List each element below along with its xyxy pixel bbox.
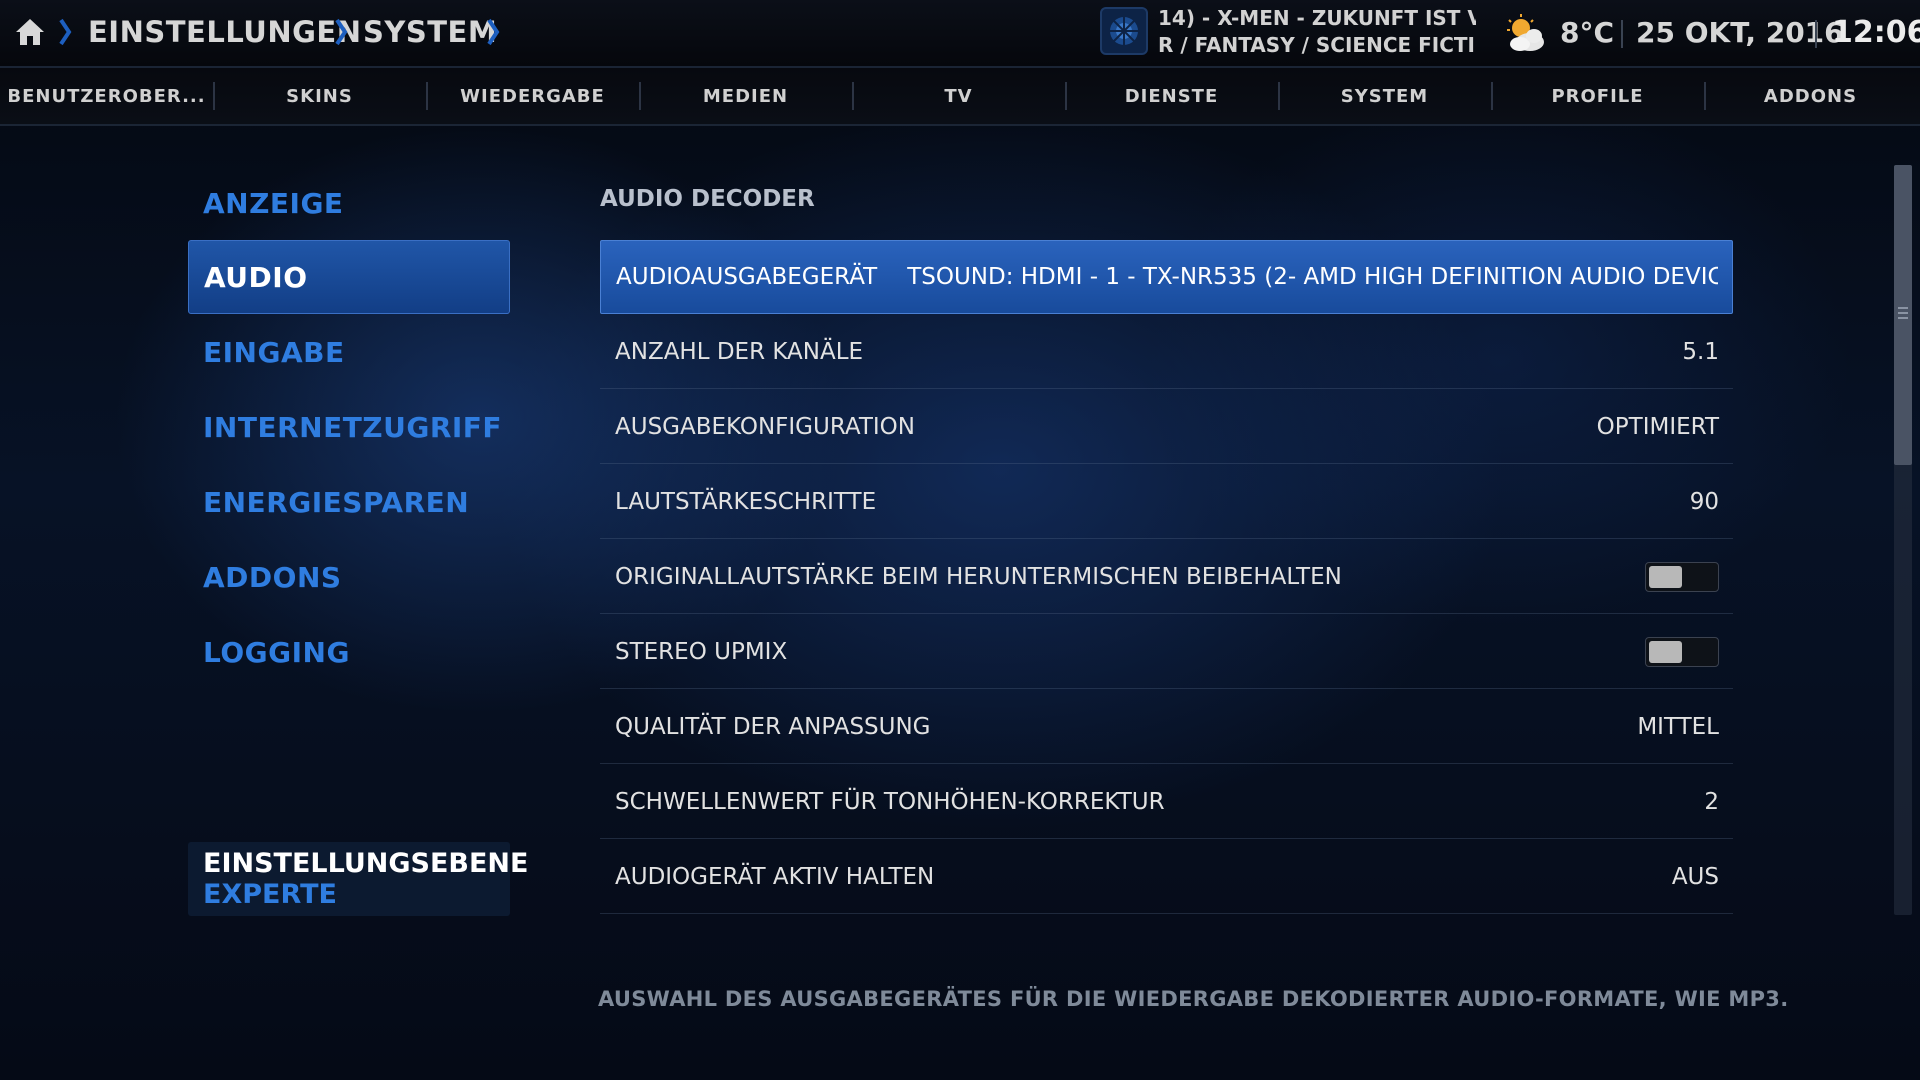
chevron-right-icon (59, 18, 72, 46)
toggle-knob (1649, 565, 1682, 588)
tab-playback[interactable]: WIEDERGABE (426, 68, 639, 124)
setting-output-configuration[interactable]: AUSGABEKONFIGURATION OPTIMIERT (600, 390, 1733, 464)
tab-profiles[interactable]: PROFILE (1491, 68, 1704, 124)
clock: 12:06 (1832, 15, 1920, 50)
setting-audio-output-device[interactable]: AUDIOAUSGABEGERÄT TSOUND: HDMI - 1 - TX-… (600, 240, 1733, 314)
tab-system[interactable]: SYSTEM (1278, 68, 1491, 124)
temperature: 8°C (1560, 16, 1615, 49)
category-internet-access[interactable]: INTERNETZUGRIFF (188, 390, 510, 464)
setting-value: OPTIMIERT (1596, 413, 1719, 440)
category-input[interactable]: EINGABE (188, 315, 510, 389)
tab-tv[interactable]: TV (852, 68, 1065, 124)
setting-value: AUS (1671, 863, 1719, 890)
grip-icon (1898, 307, 1908, 319)
setting-label: ANZAHL DER KANÄLE (615, 338, 864, 365)
settings-level-button[interactable]: EINSTELLUNGSEBENE EXPERTE (188, 842, 529, 916)
breadcrumb-system[interactable]: SYSTEM (363, 14, 497, 50)
kodi-settings-screen: EINSTELLUNGEN SYSTEM 14) - X-MEN - ZUKUN… (0, 0, 1920, 1080)
setting-label: QUALITÄT DER ANPASSUNG (615, 713, 931, 740)
settings-level-title: EINSTELLUNGSEBENE (203, 848, 529, 879)
setting-resample-quality[interactable]: QUALITÄT DER ANPASSUNG MITTEL (600, 690, 1733, 764)
setting-keep-original-volume-downmix[interactable]: ORIGINALLAUTSTÄRKE BEIM HERUNTERMISCHEN … (600, 540, 1733, 614)
setting-description: AUSWAHL DES AUSGABEGERÄTES FÜR DIE WIEDE… (598, 987, 1789, 1011)
setting-label: LAUTSTÄRKESCHRITTE (615, 488, 877, 515)
category-addons[interactable]: ADDONS (188, 540, 510, 614)
toggle-switch[interactable] (1645, 636, 1719, 667)
scrollbar[interactable] (1894, 165, 1912, 915)
now-playing-genre: R / FANTASY / SCIENCE FICTION (1158, 33, 1476, 57)
setting-value: 2 (1704, 788, 1719, 815)
setting-value: MITTEL (1637, 713, 1719, 740)
chevron-right-icon (335, 18, 348, 46)
home-icon[interactable] (14, 16, 46, 48)
setting-label: AUDIOGERÄT AKTIV HALTEN (615, 863, 935, 890)
section-title: AUDIO DECODER (600, 186, 815, 212)
setting-label: SCHWELLENWERT FÜR TONHÖHEN-KORREKTUR (615, 788, 1165, 815)
toggle-switch[interactable] (1645, 561, 1719, 592)
setting-label: STEREO UPMIX (615, 638, 788, 665)
setting-volume-steps[interactable]: LAUTSTÄRKESCHRITTE 90 (600, 465, 1733, 539)
settings-level-value: EXPERTE (203, 879, 337, 910)
divider (1815, 20, 1817, 48)
category-power-saving[interactable]: ENERGIESPAREN (188, 465, 510, 539)
setting-label: AUSGABEKONFIGURATION (615, 413, 915, 440)
setting-value: 90 (1689, 488, 1719, 515)
toggle-knob (1649, 640, 1682, 663)
setting-value: 5.1 (1682, 338, 1719, 365)
header-bar: EINSTELLUNGEN SYSTEM 14) - X-MEN - ZUKUN… (0, 0, 1920, 68)
setting-keep-audio-device-alive[interactable]: AUDIOGERÄT AKTIV HALTEN AUS (600, 840, 1733, 914)
setting-label: AUDIOAUSGABEGERÄT (616, 264, 878, 290)
category-audio[interactable]: AUDIO (188, 240, 510, 314)
setting-label: ORIGINALLAUTSTÄRKE BEIM HERUNTERMISCHEN … (615, 563, 1342, 590)
breadcrumb-settings[interactable]: EINSTELLUNGEN (88, 14, 361, 50)
tab-media[interactable]: MEDIEN (639, 68, 852, 124)
kodi-logo-icon[interactable] (1100, 7, 1148, 55)
setting-stereo-upmix[interactable]: STEREO UPMIX (600, 615, 1733, 689)
date: 25 OKT, 2016 (1636, 16, 1844, 49)
scrollbar-thumb[interactable] (1894, 165, 1912, 465)
setting-channel-count[interactable]: ANZAHL DER KANÄLE 5.1 (600, 315, 1733, 389)
tab-interface[interactable]: BENUTZEROBER... (0, 68, 213, 124)
tab-skins[interactable]: SKINS (213, 68, 426, 124)
tab-addons[interactable]: ADDONS (1704, 68, 1917, 124)
divider (1621, 20, 1623, 48)
partly-cloudy-icon (1507, 14, 1544, 51)
category-display[interactable]: ANZEIGE (188, 166, 510, 240)
settings-tab-bar: BENUTZEROBER... SKINS WIEDERGABE MEDIEN … (0, 68, 1920, 126)
setting-pitch-correction-threshold[interactable]: SCHWELLENWERT FÜR TONHÖHEN-KORREKTUR 2 (600, 765, 1733, 839)
setting-value: TSOUND: HDMI - 1 - TX-NR535 (2- AMD HIGH… (907, 264, 1718, 290)
chevron-right-icon (487, 18, 500, 46)
now-playing-title: 14) - X-MEN - ZUKUNFT IST VER (1158, 6, 1476, 30)
category-logging[interactable]: LOGGING (188, 615, 510, 689)
tab-services[interactable]: DIENSTE (1065, 68, 1278, 124)
